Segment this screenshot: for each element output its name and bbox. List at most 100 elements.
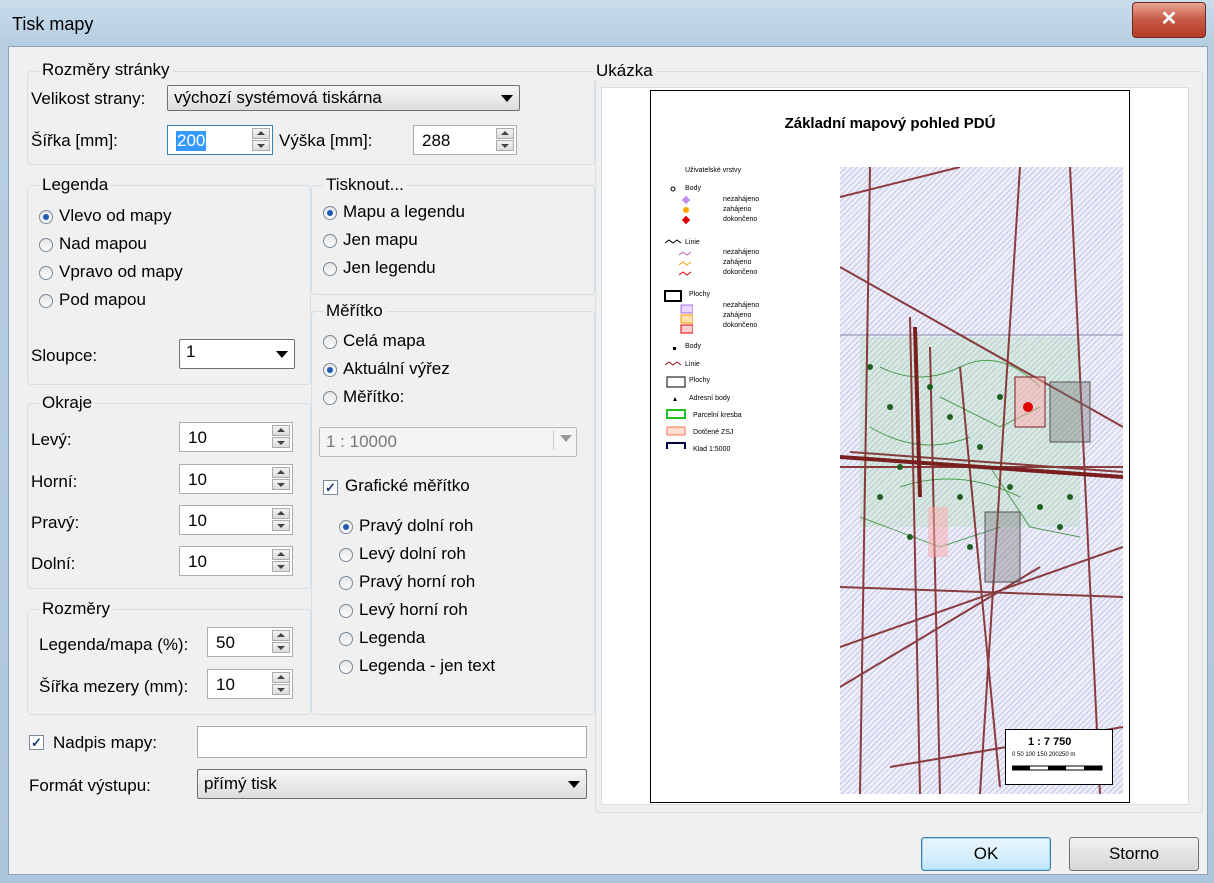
preview-legend-item: Adresní body	[689, 395, 731, 402]
scale-pos-bottom-left-label[interactable]: Levý dolní roh	[359, 544, 466, 564]
legend-right-radio[interactable]	[39, 266, 53, 280]
height-up-button[interactable]	[496, 128, 514, 139]
ratio-down[interactable]	[272, 642, 290, 653]
margin-left-down[interactable]	[272, 437, 290, 448]
margin-top-down[interactable]	[272, 479, 290, 490]
width-up-button[interactable]	[252, 128, 270, 139]
scale-pos-legend-radio[interactable]	[339, 632, 353, 646]
scale-pos-top-left-label[interactable]: Levý horní roh	[359, 600, 468, 620]
close-button[interactable]: ✕	[1132, 2, 1206, 38]
preview-group-title: Ukázka	[593, 61, 656, 81]
scale-pos-top-right-label[interactable]: Pravý horní roh	[359, 572, 475, 592]
legend-below-radio[interactable]	[39, 294, 53, 308]
legend-left-label[interactable]: Vlevo od mapy	[59, 206, 171, 226]
margin-right-stepper[interactable]: 10	[179, 505, 293, 535]
scale-pos-top-right-radio[interactable]	[339, 576, 353, 590]
output-format-label: Formát výstupu:	[29, 776, 151, 795]
dialog-window: Tisk mapy ✕ Rozměry stránky Velikost str…	[0, 0, 1214, 883]
margin-right-up[interactable]	[272, 508, 290, 519]
gap-down[interactable]	[272, 684, 290, 695]
margin-top-value: 10	[188, 470, 207, 489]
columns-select[interactable]: 1	[179, 339, 295, 369]
preview-legend-item: nezahájeno	[723, 196, 760, 203]
scale-current-view-label[interactable]: Aktuální výřez	[343, 359, 450, 379]
map-caption-checkbox[interactable]: ✓	[29, 735, 44, 750]
margin-bottom-down[interactable]	[272, 561, 290, 572]
print-map-and-legend-radio[interactable]	[323, 206, 337, 220]
margin-top-up[interactable]	[272, 467, 290, 478]
preview-legend-item: Dotčené ZSJ	[693, 429, 734, 436]
width-value: 200	[176, 131, 207, 151]
preview-area: Základní mapový pohled PDÚ Uživatelské v…	[601, 87, 1189, 805]
graphic-scale-checkbox[interactable]: ✓	[323, 480, 338, 495]
map-caption-input[interactable]	[197, 726, 587, 758]
gap-width-stepper[interactable]: 10	[207, 669, 293, 699]
ok-button[interactable]: OK	[921, 837, 1051, 871]
print-map-only-label[interactable]: Jen mapu	[343, 230, 418, 250]
scale-pos-legend-label[interactable]: Legenda	[359, 628, 425, 648]
margin-right-down[interactable]	[272, 520, 290, 531]
preview-legend-item: dokončeno	[723, 216, 758, 223]
preview-map-drawing	[840, 167, 1123, 794]
margin-top-label: Horní:	[31, 472, 78, 491]
margin-left-stepper[interactable]: 10	[179, 422, 293, 452]
print-legend-only-label[interactable]: Jen legendu	[343, 258, 436, 278]
scale-pos-bottom-right-label[interactable]: Pravý dolní roh	[359, 516, 473, 536]
legend-right-label[interactable]: Vpravo od mapy	[59, 262, 183, 282]
preview-map-title: Základní mapový pohled PDÚ	[784, 115, 996, 132]
chevron-down-icon	[276, 351, 288, 358]
map-caption-label[interactable]: Nadpis mapy:	[53, 733, 157, 753]
scale-pos-bottom-right-radio[interactable]	[339, 520, 353, 534]
width-down-button[interactable]	[252, 140, 270, 151]
legend-above-label[interactable]: Nad mapou	[59, 234, 147, 254]
scale-group-title: Měřítko	[323, 301, 386, 321]
preview-scale-ticks: 0 50 100 150 200250 m	[1012, 752, 1076, 758]
scale-whole-map-radio[interactable]	[323, 335, 337, 349]
preview-legend-item: dokončeno	[723, 322, 758, 329]
scale-custom-label[interactable]: Měřítko:	[343, 387, 404, 407]
scale-pos-legend-text-radio[interactable]	[339, 660, 353, 674]
margin-bottom-value: 10	[188, 552, 207, 571]
dialog-body: Rozměry stránky Velikost strany: výchozí…	[8, 46, 1208, 875]
ratio-up[interactable]	[272, 630, 290, 641]
scale-whole-map-label[interactable]: Celá mapa	[343, 331, 425, 351]
margin-bottom-up[interactable]	[272, 549, 290, 560]
scale-value: 1 : 10000	[326, 432, 397, 451]
close-icon: ✕	[1160, 8, 1178, 30]
page-size-select[interactable]: výchozí systémová tiskárna	[167, 85, 520, 111]
scale-custom-radio[interactable]	[323, 391, 337, 405]
margin-top-stepper[interactable]: 10	[179, 464, 293, 494]
margin-bottom-stepper[interactable]: 10	[179, 546, 293, 576]
title-bar[interactable]: Tisk mapy ✕	[0, 0, 1214, 46]
print-legend-only-radio[interactable]	[323, 262, 337, 276]
legend-left-radio[interactable]	[39, 210, 53, 224]
scale-pos-bottom-left-radio[interactable]	[339, 548, 353, 562]
preview-scale-bar: 1 : 7 750 0 50 100 150 200250 m	[1005, 729, 1113, 785]
preview-legend-item: zahájeno	[723, 312, 752, 319]
margin-left-value: 10	[188, 428, 207, 447]
preview-legend-item: Klad 1:5000	[693, 446, 731, 453]
cancel-button[interactable]: Storno	[1069, 837, 1199, 871]
legend-above-radio[interactable]	[39, 238, 53, 252]
legend-below-label[interactable]: Pod mapou	[59, 290, 146, 310]
print-map-only-radio[interactable]	[323, 234, 337, 248]
scale-pos-top-left-radio[interactable]	[339, 604, 353, 618]
graphic-scale-label[interactable]: Grafické měřítko	[345, 476, 470, 496]
margin-right-label: Pravý:	[31, 513, 80, 532]
scale-pos-legend-text-label[interactable]: Legenda - jen text	[359, 656, 495, 676]
margin-left-up[interactable]	[272, 425, 290, 436]
print-map-and-legend-label[interactable]: Mapu a legendu	[343, 202, 465, 222]
page-size-group-title: Rozměry stránky	[39, 60, 173, 80]
preview-legend-item: nezahájeno	[723, 249, 760, 256]
width-stepper[interactable]: 200	[167, 125, 273, 155]
legend-map-ratio-stepper[interactable]: 50	[207, 627, 293, 657]
preview-legend-item: zahájeno	[723, 259, 752, 266]
legend-map-ratio-label: Legenda/mapa (%):	[39, 635, 189, 654]
height-stepper[interactable]: 288	[413, 125, 517, 155]
height-down-button[interactable]	[496, 140, 514, 151]
preview-legend-item: Parcelní kresba	[693, 412, 742, 419]
scale-current-view-radio[interactable]	[323, 363, 337, 377]
scale-value-select[interactable]: 1 : 10000	[319, 427, 577, 457]
output-format-select[interactable]: přímý tisk	[197, 769, 587, 799]
gap-up[interactable]	[272, 672, 290, 683]
